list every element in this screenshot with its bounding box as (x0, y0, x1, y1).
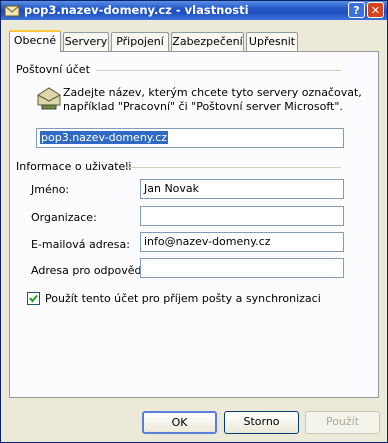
account-name-value: pop3.nazev-domeny.cz (40, 131, 169, 144)
account-group-divider (96, 70, 341, 71)
description-line-1: Zadejte název, kterým chcete tyto server… (63, 86, 362, 99)
reply-address-label: Adresa pro odpovědi: (31, 264, 149, 277)
properties-window: pop3.nazev-domeny.cz - vlastnosti ? ✕ Ob… (0, 0, 388, 443)
name-field[interactable]: Jan Novak (140, 179, 344, 199)
ok-button[interactable]: OK (142, 411, 217, 434)
tab-security[interactable]: Zabezpečení (171, 32, 244, 51)
help-button[interactable]: ? (348, 2, 365, 18)
reply-address-field[interactable] (140, 258, 344, 278)
tab-servers[interactable]: Servery (63, 32, 109, 51)
email-field[interactable]: info@nazev-domeny.cz (140, 232, 344, 252)
tab-connection[interactable]: Připojení (111, 32, 169, 51)
cancel-button[interactable]: Storno (224, 411, 299, 434)
tab-advanced[interactable]: Upřesnit (246, 32, 298, 51)
user-info-group-label: Informace o uživateli (16, 160, 132, 173)
name-label: Jméno: (31, 183, 70, 196)
account-group-label: Poštovní účet (16, 63, 90, 76)
tab-general[interactable]: Obecné (9, 30, 61, 52)
organization-field[interactable] (140, 206, 344, 226)
title-bar[interactable]: pop3.nazev-domeny.cz - vlastnosti ? ✕ (1, 1, 387, 20)
mail-server-icon (37, 87, 61, 110)
window-title: pop3.nazev-domeny.cz - vlastnosti (24, 3, 249, 17)
mail-account-icon (4, 5, 20, 17)
account-description: Zadejte název, kterým chcete tyto server… (63, 86, 363, 114)
user-info-group-divider (126, 167, 341, 168)
apply-button[interactable]: Použít (305, 411, 380, 434)
account-name-field[interactable]: pop3.nazev-domeny.cz (36, 128, 344, 148)
use-account-label: Použít tento účet pro příjem pošty a syn… (45, 292, 321, 305)
close-button[interactable]: ✕ (367, 2, 384, 18)
email-label: E-mailová adresa: (31, 238, 130, 251)
organization-label: Organizace: (31, 211, 97, 224)
checkmark-icon (29, 294, 38, 303)
use-account-checkbox[interactable] (27, 292, 40, 305)
description-line-2: například "Pracovní" či "Poštovní server… (63, 100, 343, 113)
